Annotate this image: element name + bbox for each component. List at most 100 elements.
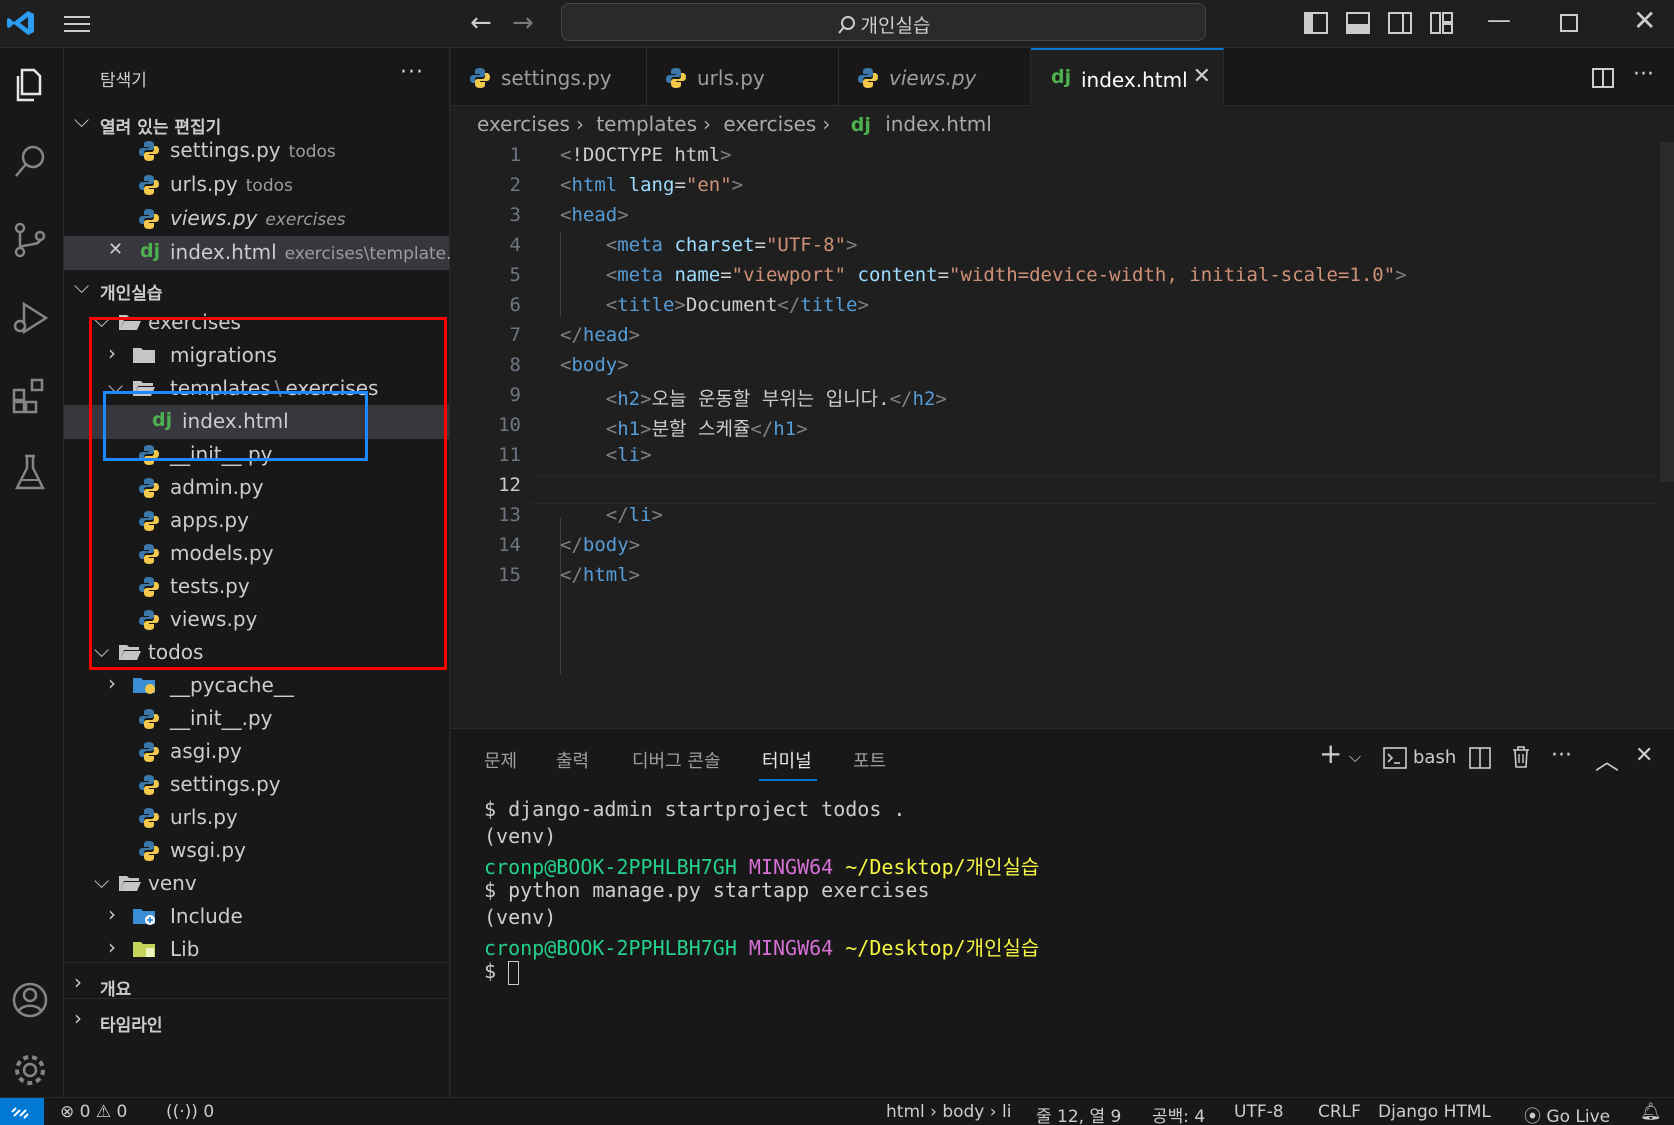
language-mode[interactable]: Django HTML [1378,1102,1491,1122]
tab-debug-console[interactable]: 디버그 콘솔 [632,747,721,773]
toggle-panel-icon[interactable] [1345,10,1371,36]
django-file-icon: dj [1051,66,1072,88]
run-debug-icon[interactable] [8,296,52,340]
close-window-icon[interactable]: ✕ [1633,4,1656,37]
prompt-path: ~/Desktop/개인실습 [845,855,1040,879]
timeline-header[interactable]: › 타임라인 [64,1004,449,1038]
close-editor-icon[interactable]: ✕ [108,239,123,260]
new-terminal-icon[interactable]: + [1319,737,1342,770]
split-terminal-icon[interactable] [1469,747,1491,769]
tree-folder-venv[interactable]: ⌵ venv [64,867,449,901]
explorer-icon[interactable] [8,62,52,106]
line-number: 11 [498,444,521,466]
panel-more-icon[interactable]: ··· [1551,743,1572,768]
folder-open-icon [119,876,141,891]
explorer-title: 탐색기 [100,71,147,91]
tab-terminal[interactable]: 터미널 [762,747,812,773]
title-bar: ← → 개인실습 — ✕ [0,0,1674,48]
tree-file[interactable]: asgi.py [64,735,449,769]
extensions-icon[interactable] [8,374,52,418]
workspace-label: 개인실습 [100,284,163,304]
ports-status[interactable]: ((·)) 0 [166,1102,214,1122]
tab-label: index.html [1081,68,1188,92]
encoding[interactable]: UTF-8 [1234,1102,1284,1122]
chevron-right-icon: › [108,935,116,959]
open-editor-desc: todos [288,142,336,162]
broadcast-icon: ⦿ [1524,1107,1541,1125]
open-editor-name: urls.py [170,172,238,196]
tree-file[interactable]: settings.py [64,768,449,802]
customize-layout-icon[interactable] [1429,10,1455,36]
terminal-prompt: cronp@BOOK-2PPHLBH7GH MINGW64 ~/Desktop/… [484,851,1039,880]
code-editor[interactable]: 1 2 3 4 5 6 7 8 9 10 11 12 13 14 15 <!DO… [451,142,1674,727]
tab-urls-py[interactable]: urls.py [647,48,839,106]
indentation[interactable]: 공백: 4 [1152,1102,1205,1125]
close-tab-icon[interactable]: ✕ [1193,64,1211,89]
command-center-search[interactable]: 개인실습 [561,3,1206,41]
chevron-right-icon: › [703,112,712,136]
testing-flask-icon[interactable] [8,450,52,494]
maximize-panel-icon[interactable]: ︿ [1595,741,1619,776]
chevron-down-icon[interactable]: ⌵ [1349,747,1361,767]
notifications-bell-icon[interactable]: 🔔︎ [1640,1102,1662,1122]
end-of-line[interactable]: CRLF [1318,1102,1361,1122]
status-breadcrumb[interactable]: html › body › li [886,1102,1011,1122]
open-editor-item[interactable]: urls.py todos [64,168,449,202]
accounts-icon[interactable] [8,978,52,1022]
trash-icon[interactable] [1511,745,1531,769]
tree-folder-pycache[interactable]: › __pycache__ [64,669,449,703]
breadcrumb-item[interactable]: templates [596,112,697,136]
tab-label: views.py [889,66,977,90]
tree-file[interactable]: urls.py [64,801,449,835]
outline-header[interactable]: › 개요 [64,968,449,1002]
tree-file[interactable]: wsgi.py [64,834,449,868]
tab-output[interactable]: 출력 [556,747,589,773]
open-editor-item-active[interactable]: ✕ dj index.html exercises\template... [64,236,462,270]
editor-more-icon[interactable]: ··· [1633,62,1654,87]
python-file-icon [858,68,878,88]
tab-ports[interactable]: 포트 [853,747,886,773]
tree-folder-include[interactable]: › Include [64,900,449,934]
line-number: 3 [509,204,521,226]
workspace-header[interactable]: ⌵ 개인실습 [64,272,449,306]
tab-settings-py[interactable]: settings.py [451,48,647,106]
breadcrumb-item[interactable]: exercises [723,112,816,136]
search-icon [837,16,855,34]
search-icon[interactable] [8,140,52,184]
problems-status[interactable]: ⊗ 0 ⚠ 0 [60,1102,127,1122]
breadcrumb-item[interactable]: index.html [885,112,992,136]
toggle-primary-sidebar-icon[interactable] [1303,10,1329,36]
terminal-input-line[interactable]: $ [484,959,520,985]
annotation-blue-box [103,391,368,461]
manage-gear-icon[interactable] [8,1048,52,1092]
menu-icon[interactable] [62,12,92,36]
close-panel-icon[interactable]: ✕ [1635,743,1653,768]
more-actions-icon[interactable]: ··· [400,60,424,85]
toggle-secondary-sidebar-icon[interactable] [1387,10,1413,36]
chevron-right-icon: › [108,902,116,926]
maximize-icon[interactable] [1558,12,1580,34]
back-arrow-icon[interactable]: ← [470,8,492,38]
tab-views-py[interactable]: views.py [839,48,1031,106]
open-editor-item[interactable]: views.py exercises [64,202,449,236]
chevron-down-icon: ⌵ [94,869,110,893]
editor-scrollbar[interactable] [1660,142,1674,482]
open-editor-name: settings.py [170,138,281,162]
split-editor-icon[interactable] [1591,66,1615,90]
terminal-shell-label[interactable]: bash [1413,747,1456,768]
cursor-position[interactable]: 줄 12, 열 9 [1036,1102,1121,1125]
code-line: <li> [605,444,652,466]
tree-file[interactable]: __init__.py [64,702,449,736]
tab-problems[interactable]: 문제 [484,747,517,773]
breadcrumb-item[interactable]: exercises [477,112,570,136]
go-live-button[interactable]: ⦿ Go Live [1524,1102,1610,1125]
minimize-icon[interactable]: — [1487,6,1511,34]
code-line: </html> [560,564,641,586]
open-editor-item[interactable]: settings.py todos [64,134,449,168]
source-control-icon[interactable] [8,218,52,262]
tab-index-html[interactable]: dj index.html ✕ [1031,48,1224,106]
remote-indicator[interactable] [0,1098,44,1125]
forward-arrow-icon[interactable]: → [512,8,534,38]
tab-label: settings.py [501,66,612,90]
code-line: <html lang="en"> [560,174,744,196]
